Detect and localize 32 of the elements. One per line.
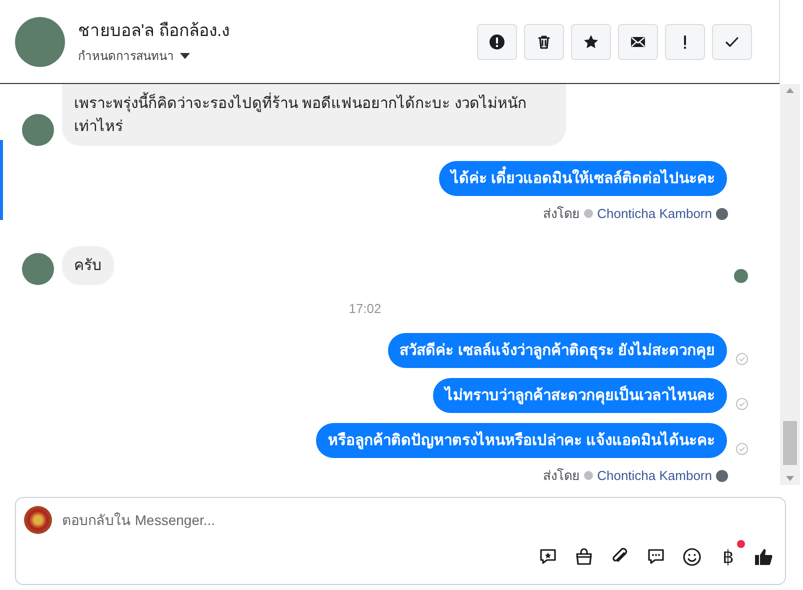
conversation-settings-dropdown[interactable]: กำหนดการสนทนา — [78, 47, 230, 66]
caret-icon — [180, 53, 190, 60]
star-icon — [583, 34, 599, 50]
star-button[interactable] — [571, 24, 611, 60]
trash-icon — [536, 34, 552, 50]
trash-button[interactable] — [524, 24, 564, 60]
message-bubble: ไม่ทราบว่าลูกค้าสะดวกคุยเป็นเวลาไหนคะ — [433, 378, 727, 413]
thumbs-up-button[interactable] — [753, 546, 775, 568]
smiley-button[interactable] — [681, 546, 703, 568]
envelope-button[interactable] — [618, 24, 658, 60]
scrollbar-thumb[interactable] — [783, 421, 797, 465]
message-bubble: หรือลูกค้าติดปัญหาตรงไหนหรือเปล่าคะ แจ้งแอดมินได้นะคะ — [316, 423, 727, 458]
avatar-photo-placeholder — [15, 16, 65, 66]
sender-name: Chonticha Kamborn — [597, 205, 712, 223]
sent-by-label: ส่งโดย — [543, 205, 580, 223]
sent-by-label: ส่งโดย — [543, 467, 580, 485]
avatar-photo-placeholder — [22, 252, 54, 284]
payment-button[interactable]: ฿ — [717, 546, 739, 568]
message-bubble: สวัสดีค่ะ เซลล์แจ้งว่าลูกค้าติดธุระ ยังไม่สะดวกคุย — [388, 333, 727, 368]
check-button[interactable] — [712, 24, 752, 60]
avatar-photo-placeholder — [22, 114, 54, 146]
shopping-bag-button[interactable] — [573, 546, 595, 568]
alert-icon — [489, 34, 505, 50]
page-avatar-icon — [24, 506, 52, 534]
message-bubble: ได้ค่ะ เดี๋ยวแอดมินให้เซลล์ติดต่อไปนะคะ — [438, 161, 727, 196]
sender-name: Chonticha Kamborn — [597, 467, 712, 485]
reply-input[interactable]: ตอบกลับใน Messenger... — [62, 510, 777, 530]
contact-name: ชายบอล'ล ถือกล้อง.ง — [78, 20, 230, 42]
timestamp: 17:02 — [348, 300, 382, 318]
message-bubble: เพราะพรุ่งนี้ก็คิดว่าจะรองไปดูที่ร้าน พอดีแฟนอยากได้กะบะ งวดไม่หนัก เท่าไหร่ — [62, 84, 566, 146]
alert-button[interactable] — [477, 24, 517, 60]
message-bubble: ครับ — [62, 246, 114, 284]
